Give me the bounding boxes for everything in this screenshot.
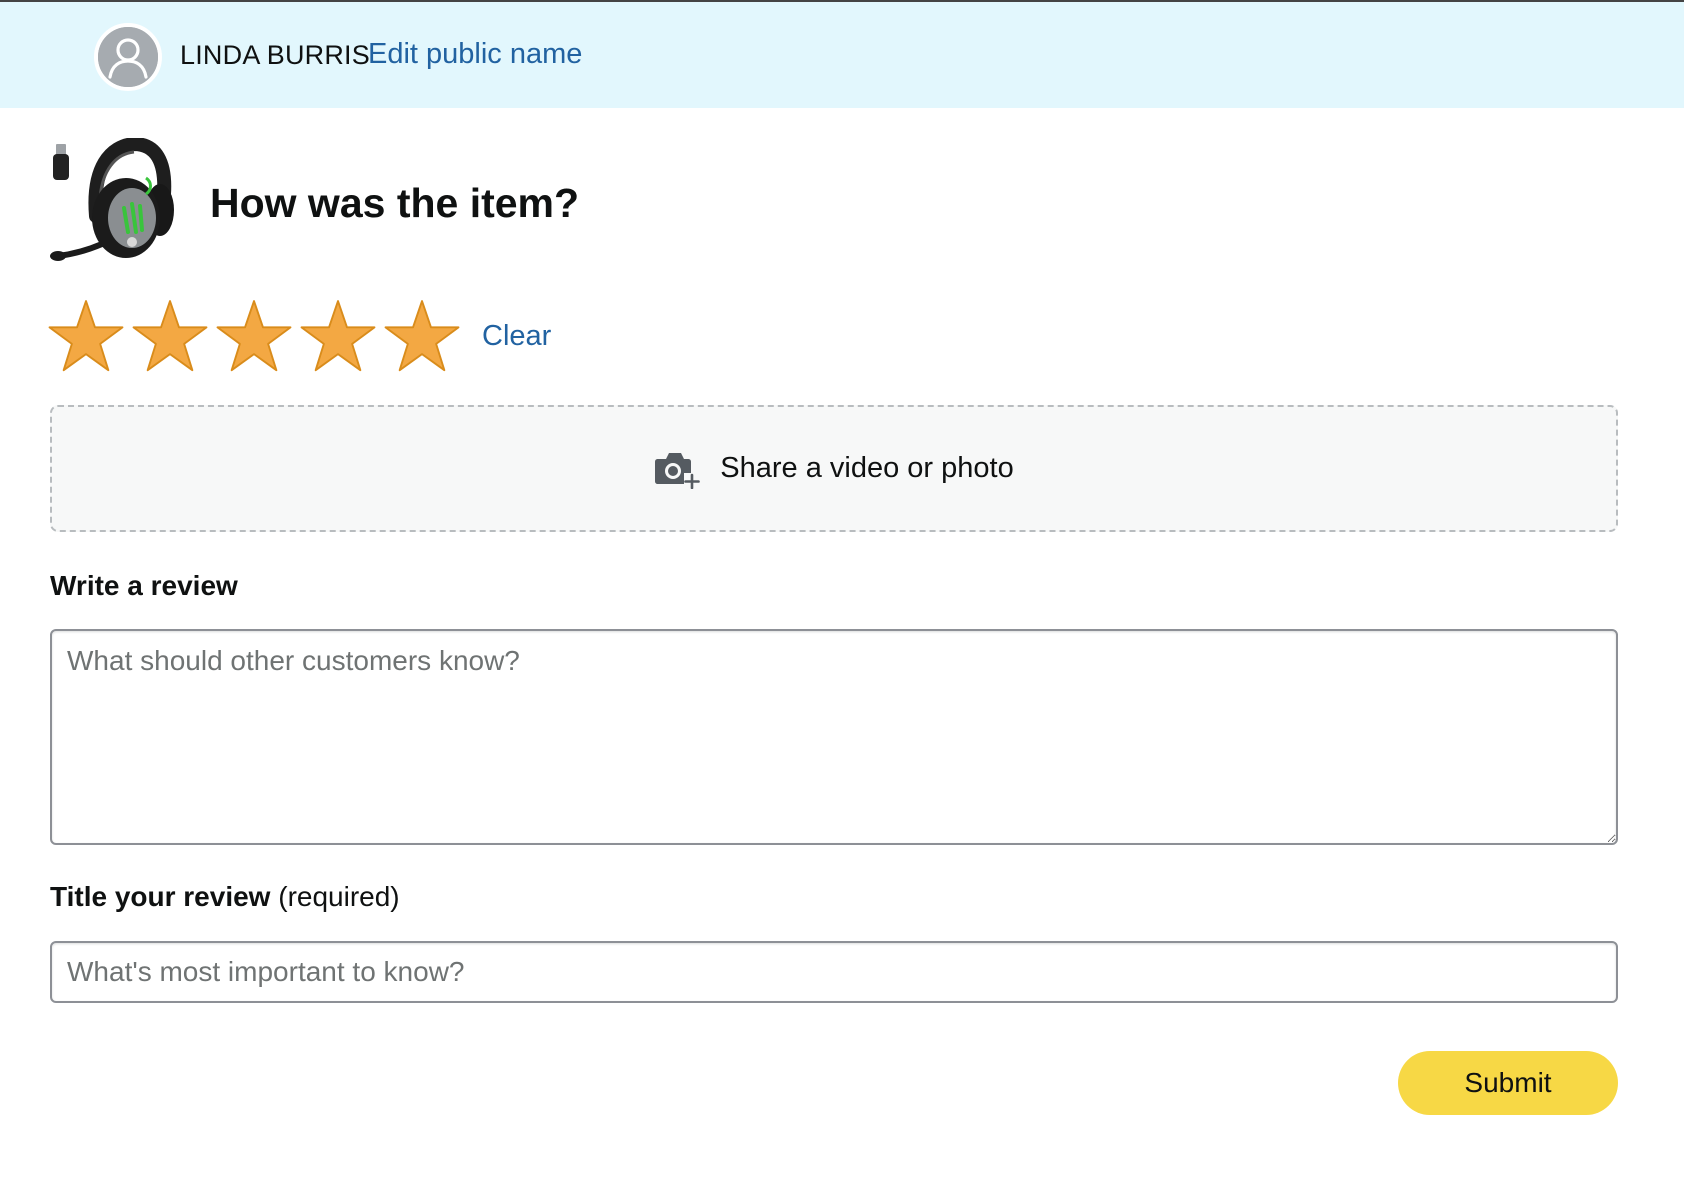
camera-plus-icon (654, 449, 701, 489)
submit-button[interactable]: Submit (1398, 1051, 1618, 1115)
star-rating[interactable] (48, 298, 460, 378)
required-note: (required) (278, 881, 400, 912)
profile-header: LINDA BURRIS Edit public name (0, 0, 1684, 108)
write-review-label: Write a review (50, 570, 238, 602)
title-review-label-text: Title your review (50, 881, 271, 912)
page-title: How was the item? (210, 180, 580, 226)
star-2-icon[interactable] (132, 298, 208, 374)
star-3-icon[interactable] (216, 298, 292, 374)
review-title-input[interactable] (50, 941, 1618, 1003)
star-4-icon[interactable] (300, 298, 376, 374)
star-1-icon[interactable] (48, 298, 124, 374)
write-review-label-text: Write a review (50, 570, 238, 601)
clear-rating-link[interactable]: Clear (482, 320, 551, 353)
title-review-label: Title your review (required) (50, 881, 400, 913)
share-media-button[interactable]: Share a video or photo (50, 405, 1618, 532)
edit-public-name-link[interactable]: Edit public name (368, 38, 582, 71)
user-avatar-icon (94, 23, 162, 91)
star-5-icon[interactable] (384, 298, 460, 374)
share-media-label: Share a video or photo (720, 452, 1014, 484)
user-name: LINDA BURRIS (180, 40, 370, 70)
review-textarea[interactable] (50, 629, 1618, 845)
headset-icon (48, 138, 184, 272)
